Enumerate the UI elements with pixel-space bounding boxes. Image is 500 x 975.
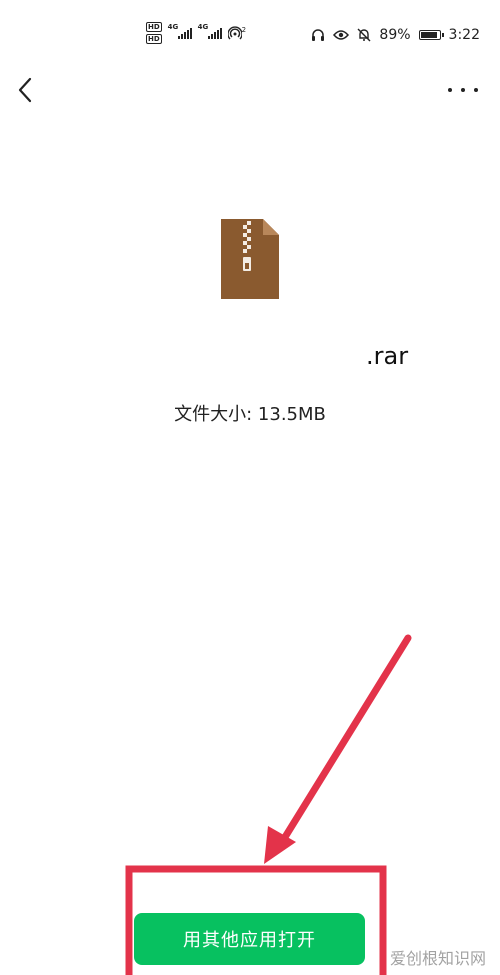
file-name-text: .rar	[366, 342, 409, 370]
hd-badge-1: HD	[146, 22, 162, 32]
battery-percent: 89%	[379, 27, 411, 43]
zip-icon	[221, 219, 279, 299]
back-button[interactable]	[12, 72, 42, 108]
signal-2-icon: 4G	[198, 23, 222, 39]
headphones-icon	[312, 29, 325, 41]
archive-file-icon	[219, 217, 281, 301]
more-button[interactable]	[448, 78, 478, 102]
hotspot-count: 2	[241, 26, 247, 34]
bell-muted-icon	[357, 28, 371, 42]
annotation-arrow-shaft	[278, 634, 412, 846]
status-bar: HD HD 4G 4G 2 89% 3:22	[0, 0, 500, 70]
annotation-arrow-head	[264, 826, 296, 864]
more-dot-icon	[461, 88, 465, 92]
open-with-other-app-button[interactable]: 用其他应用打开	[134, 913, 365, 965]
hd-badge-2: HD	[146, 34, 162, 44]
more-dot-icon	[474, 88, 478, 92]
clock: 3:22	[448, 27, 480, 43]
more-dot-icon	[448, 88, 452, 92]
status-right: 89% 3:22	[311, 27, 480, 43]
annotation-overlay	[125, 634, 412, 975]
status-left: HD HD 4G 4G 2	[146, 22, 246, 44]
eye-icon	[333, 30, 350, 40]
watermark: 爱创根知识网	[389, 949, 486, 968]
hd-indicators: HD HD	[146, 22, 162, 44]
chevron-left-icon	[18, 77, 32, 103]
hotspot-glyph	[227, 26, 242, 40]
signal-1-gen: 4G	[167, 23, 179, 31]
signal-1-icon: 4G	[168, 23, 192, 39]
file-size: 文件大小: 13.5MB	[174, 404, 326, 425]
battery-icon	[418, 30, 444, 40]
hotspot-icon: 2	[227, 26, 247, 40]
signal-2-gen: 4G	[197, 23, 209, 31]
